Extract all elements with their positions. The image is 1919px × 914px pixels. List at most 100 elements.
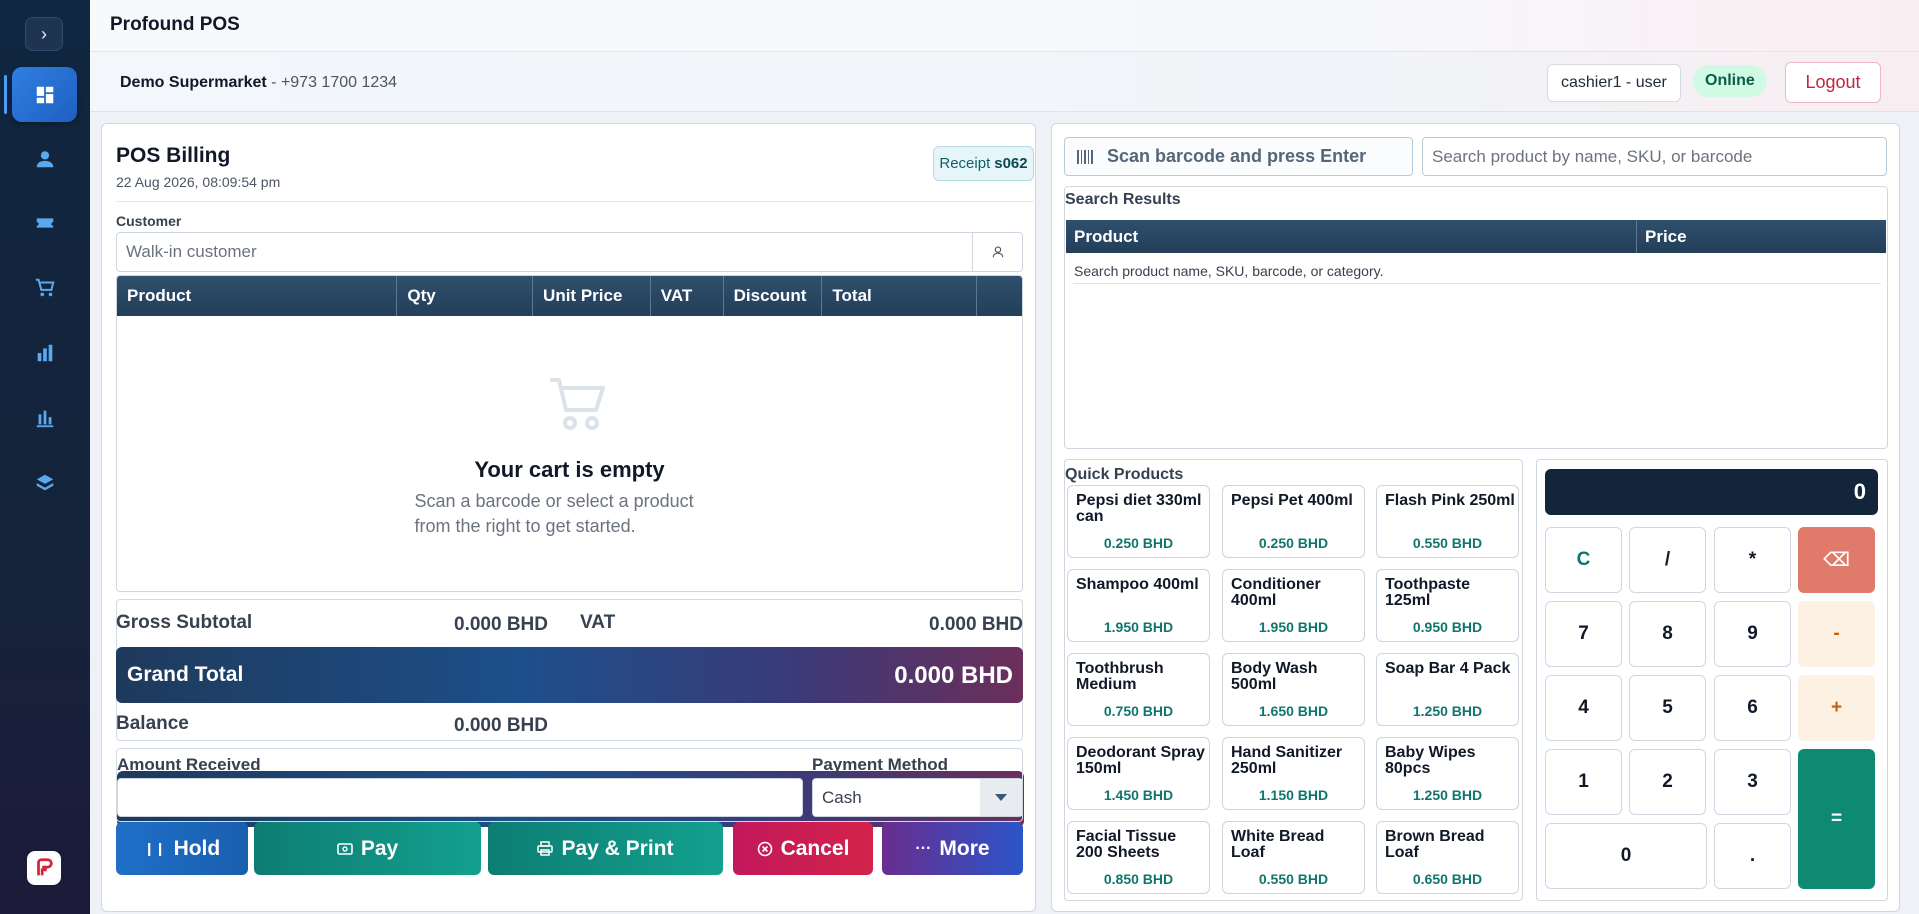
payment-method-value: Cash: [822, 787, 862, 807]
quick-product-price: 1.450 BHD: [1103, 787, 1174, 803]
col-total: Total: [822, 276, 978, 316]
digit-key-0[interactable]: 0: [1545, 823, 1707, 889]
equals-key[interactable]: =: [1798, 749, 1875, 889]
pay-button[interactable]: Pay: [254, 822, 481, 875]
payment-method-select[interactable]: Cash: [812, 778, 1023, 817]
status-badge: Online: [1693, 65, 1767, 97]
search-results: Search Results Product Price Search prod…: [1064, 186, 1888, 449]
col-product: Product: [117, 276, 398, 316]
product-search-input[interactable]: Search product by name, SKU, or barcode: [1422, 137, 1887, 176]
quick-product-name: Shampoo 400ml: [1076, 576, 1199, 593]
quick-product-name: Deodorant Spray 150ml: [1076, 744, 1205, 777]
quick-product-card[interactable]: Shampoo 400ml 1.950 BHD: [1067, 569, 1210, 642]
quick-product-card[interactable]: Soap Bar 4 Pack 1.250 BHD: [1376, 653, 1519, 726]
customer-label: Customer: [116, 213, 182, 229]
quick-product-card[interactable]: Deodorant Spray 150ml 1.450 BHD: [1067, 737, 1210, 810]
store-info: Demo Supermarket - +973 1700 1234: [120, 74, 397, 92]
barcode-scan-input[interactable]: Scan barcode and press Enter: [1064, 137, 1413, 176]
quick-product-price: 0.550 BHD: [1412, 535, 1483, 551]
brand-logo: [27, 851, 61, 885]
minus-key[interactable]: -: [1798, 601, 1875, 667]
cart-table: Product Qty Unit Price VAT Discount Tota…: [116, 275, 1023, 592]
sidebar-item-reports[interactable]: [12, 325, 77, 380]
sidebar-item-dashboard[interactable]: [4, 67, 77, 122]
pay-print-button[interactable]: Pay & Print: [488, 822, 723, 875]
quick-product-card[interactable]: Pepsi Pet 400ml 0.250 BHD: [1222, 485, 1365, 558]
quick-product-price: 1.950 BHD: [1103, 619, 1174, 635]
sidebar-item-inventory[interactable]: [12, 455, 77, 510]
logout-button[interactable]: Logout: [1785, 62, 1881, 103]
digit-key-9[interactable]: 9: [1714, 601, 1791, 667]
quick-products-title: Quick Products: [1065, 466, 1184, 483]
quick-product-price: 1.250 BHD: [1412, 703, 1483, 719]
hold-button[interactable]: ❙❙ Hold: [116, 822, 248, 875]
quick-product-price: 0.250 BHD: [1103, 535, 1174, 551]
digit-key-4[interactable]: 4: [1545, 675, 1622, 741]
quick-product-name: White Bread Loaf: [1231, 828, 1325, 861]
calculator: 0 C / * ⌫ 7 8 9- 4 5 6 +1 2 3 = 0.: [1536, 459, 1888, 901]
search-results-header: Product Price: [1066, 220, 1886, 253]
amount-received-label: Amount Received: [117, 755, 261, 774]
search-results-title: Search Results: [1065, 191, 1181, 208]
more-button[interactable]: ··· More: [882, 822, 1023, 875]
digit-key-1[interactable]: 1: [1545, 749, 1622, 815]
customer-input[interactable]: Walk-in customer: [116, 232, 1023, 272]
divide-key[interactable]: /: [1629, 527, 1706, 593]
search-empty-text: Search product name, SKU, barcode, or ca…: [1074, 263, 1384, 279]
digit-key-8[interactable]: 8: [1629, 601, 1706, 667]
quick-product-name: Pepsi diet 330ml can: [1076, 492, 1202, 525]
calculator-display: 0: [1545, 469, 1878, 515]
quick-product-card[interactable]: Conditioner 400ml 1.950 BHD: [1222, 569, 1365, 642]
store-bar: Demo Supermarket - +973 1700 1234 cashie…: [90, 52, 1919, 112]
store-phone: +973 1700 1234: [280, 74, 398, 91]
digit-key-6[interactable]: 6: [1714, 675, 1791, 741]
digit-key-2[interactable]: 2: [1629, 749, 1706, 815]
amount-received-input[interactable]: [117, 778, 803, 817]
quick-product-card[interactable]: Baby Wipes 80pcs 1.250 BHD: [1376, 737, 1519, 810]
quick-product-name: Facial Tissue 200 Sheets: [1076, 828, 1177, 861]
decimal-key[interactable]: .: [1714, 823, 1791, 889]
quick-product-card[interactable]: Toothpaste 125ml 0.950 BHD: [1376, 569, 1519, 642]
balance-label: Balance: [116, 713, 189, 734]
cash-icon: [337, 842, 353, 855]
top-bar: Profound POS: [90, 0, 1919, 52]
user-icon: [992, 246, 1003, 258]
col-qty: Qty: [397, 276, 534, 316]
multiply-key[interactable]: *: [1714, 527, 1791, 593]
quick-product-price: 0.950 BHD: [1412, 619, 1483, 635]
cancel-button[interactable]: Cancel: [733, 822, 873, 875]
payment-method-label: Payment Method: [812, 755, 949, 774]
digit-key-5[interactable]: 5: [1629, 675, 1706, 741]
quick-product-card[interactable]: Toothbrush Medium 0.750 BHD: [1067, 653, 1210, 726]
plus-key[interactable]: +: [1798, 675, 1875, 741]
digit-key-7[interactable]: 7: [1545, 601, 1622, 667]
sidebar-item-cart[interactable]: [12, 260, 77, 315]
cart-table-header: Product Qty Unit Price VAT Discount Tota…: [117, 276, 1022, 316]
quick-product-card[interactable]: White Bread Loaf 0.550 BHD: [1222, 821, 1365, 894]
customer-select-button[interactable]: [972, 233, 1022, 271]
quick-product-card[interactable]: Pepsi diet 330ml can 0.250 BHD: [1067, 485, 1210, 558]
sidebar-item-customers[interactable]: [12, 131, 77, 186]
col-product: Product: [1066, 220, 1637, 253]
quick-product-card[interactable]: Flash Pink 250ml 0.550 BHD: [1376, 485, 1519, 558]
sidebar-toggle-button[interactable]: ›: [25, 17, 63, 51]
quick-product-card[interactable]: Brown Bread Loaf 0.650 BHD: [1376, 821, 1519, 894]
quick-product-card[interactable]: Hand Sanitizer 250ml 1.150 BHD: [1222, 737, 1365, 810]
clear-key[interactable]: C: [1545, 527, 1622, 593]
layers-icon: [36, 474, 53, 490]
digit-key-3[interactable]: 3: [1714, 749, 1791, 815]
quick-product-name: Pepsi Pet 400ml: [1231, 492, 1353, 509]
sidebar-item-tickets[interactable]: [12, 195, 77, 250]
quick-product-name: Soap Bar 4 Pack: [1385, 660, 1511, 677]
grand-total-label: Grand Total: [127, 663, 244, 686]
quick-product-price: 1.950 BHD: [1258, 619, 1329, 635]
cart-icon: [35, 278, 55, 296]
gross-subtotal-label: Gross Subtotal: [116, 612, 253, 633]
user-chip[interactable]: cashier1 - user: [1547, 64, 1681, 102]
logo-icon: [37, 858, 53, 876]
quick-product-card[interactable]: Facial Tissue 200 Sheets 0.850 BHD: [1067, 821, 1210, 894]
quick-product-price: 0.750 BHD: [1103, 703, 1174, 719]
quick-product-card[interactable]: Body Wash 500ml 1.650 BHD: [1222, 653, 1365, 726]
sidebar-item-analytics[interactable]: [12, 390, 77, 445]
backspace-key[interactable]: ⌫: [1798, 527, 1875, 593]
